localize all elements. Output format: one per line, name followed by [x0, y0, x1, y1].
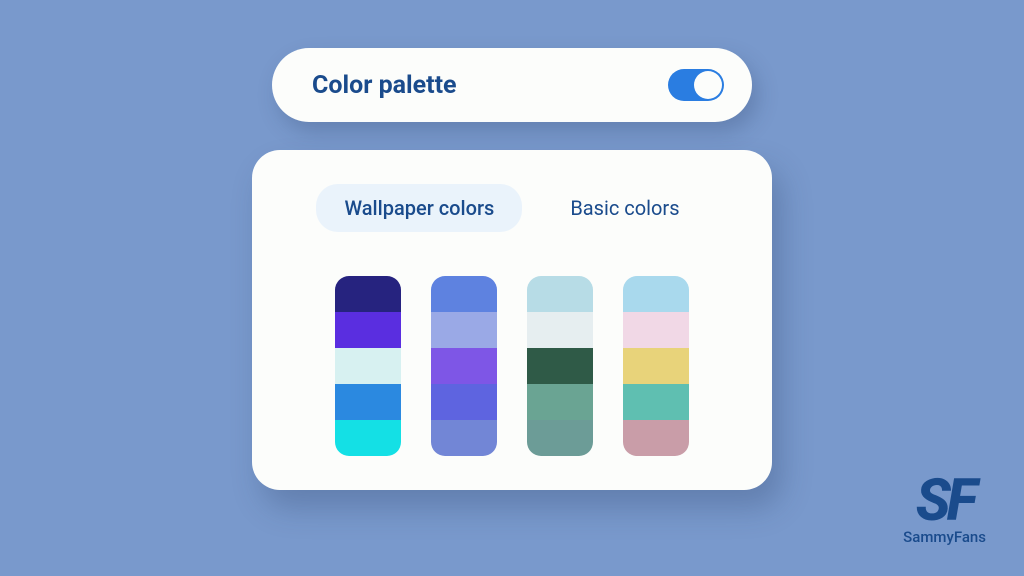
palette-swatch-4[interactable] [623, 276, 689, 456]
swatches-row [292, 276, 732, 456]
color-band [335, 276, 401, 312]
color-band [527, 276, 593, 312]
palette-swatch-1[interactable] [335, 276, 401, 456]
header-title: Color palette [312, 71, 457, 100]
palette-swatch-3[interactable] [527, 276, 593, 456]
color-band [431, 276, 497, 312]
color-band [527, 384, 593, 420]
color-band [623, 420, 689, 456]
tabs: Wallpaper colors Basic colors [292, 184, 732, 232]
color-band [623, 348, 689, 384]
color-band [335, 420, 401, 456]
color-band [527, 420, 593, 456]
color-band [335, 348, 401, 384]
color-band [431, 312, 497, 348]
tab-wallpaper-colors[interactable]: Wallpaper colors [316, 184, 522, 232]
color-band [335, 384, 401, 420]
toggle-knob [694, 71, 722, 99]
watermark: SF SammyFans [903, 472, 986, 546]
color-band [623, 276, 689, 312]
color-band [431, 348, 497, 384]
color-band [527, 312, 593, 348]
palette-swatch-2[interactable] [431, 276, 497, 456]
color-palette-toggle[interactable] [668, 69, 724, 101]
color-band [623, 312, 689, 348]
header-pill: Color palette [272, 48, 752, 122]
color-band [431, 384, 497, 420]
color-band [335, 312, 401, 348]
watermark-logo: SF [916, 472, 974, 530]
watermark-text: SammyFans [903, 528, 986, 546]
color-band [527, 348, 593, 384]
tab-basic-colors[interactable]: Basic colors [542, 184, 707, 232]
palette-card: Wallpaper colors Basic colors [252, 150, 772, 490]
color-band [431, 420, 497, 456]
color-band [623, 384, 689, 420]
